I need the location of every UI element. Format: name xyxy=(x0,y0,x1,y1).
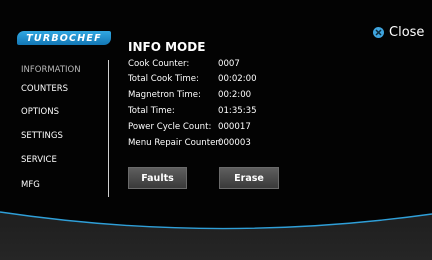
close-label[interactable]: Close xyxy=(389,25,424,40)
erase-button[interactable]: Erase xyxy=(219,167,279,189)
sidebar-divider xyxy=(108,60,109,197)
sidebar-item-settings[interactable]: SETTINGS xyxy=(21,131,63,141)
info-value: 01:35:35 xyxy=(218,106,257,116)
info-label: Power Cycle Count: xyxy=(128,122,212,132)
footer-wave xyxy=(0,211,432,260)
info-label: Total Time: xyxy=(128,106,175,116)
info-value: 00:2:00 xyxy=(218,90,252,100)
sidebar-item-options[interactable]: OPTIONS xyxy=(21,107,59,117)
sidebar-item-mfg[interactable]: MFG xyxy=(21,180,40,190)
sidebar-item-service[interactable]: SERVICE xyxy=(21,155,57,165)
page-title: INFO MODE xyxy=(128,40,206,54)
info-label: Menu Repair Counter: xyxy=(128,138,222,148)
info-value: 000003 xyxy=(218,138,251,148)
close-button[interactable]: Close xyxy=(373,24,424,40)
info-value: 000017 xyxy=(218,122,251,132)
info-label: Magnetron Time: xyxy=(128,90,201,100)
info-label: Total Cook Time: xyxy=(128,74,199,84)
sidebar-item-information[interactable]: INFORMATION xyxy=(21,65,81,75)
info-value: 00:02:00 xyxy=(218,74,257,84)
info-mode-screen: TURBOCHEF Close INFO MODE INFORMATION CO… xyxy=(0,0,432,260)
sidebar: INFORMATION COUNTERS OPTIONS SETTINGS SE… xyxy=(0,0,110,200)
sidebar-item-counters[interactable]: COUNTERS xyxy=(21,84,68,94)
info-label: Cook Counter: xyxy=(128,59,190,69)
info-value: 0007 xyxy=(218,59,240,69)
faults-button[interactable]: Faults xyxy=(128,167,187,189)
close-icon[interactable] xyxy=(373,26,384,38)
